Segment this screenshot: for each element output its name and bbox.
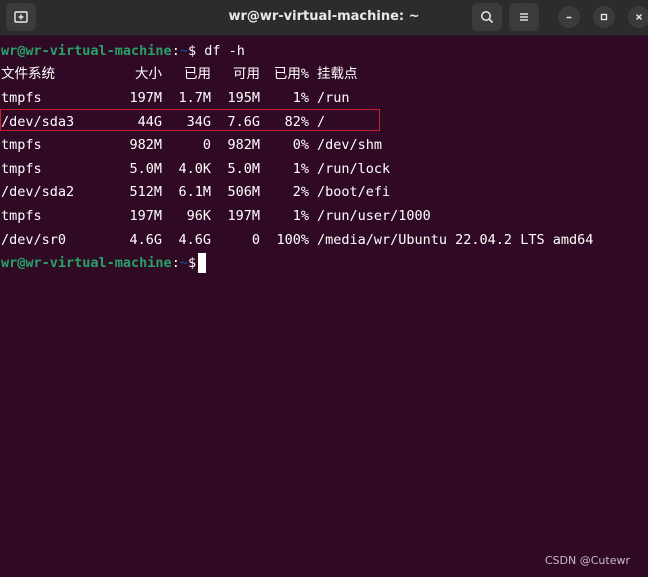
menu-button[interactable] (509, 3, 539, 31)
command-text: df -h (196, 43, 245, 59)
row-use-percent: 0% (292, 137, 309, 153)
row-avail: 5.0M (227, 161, 260, 177)
row-use-percent: 1% (292, 90, 309, 106)
title-bar: wr@wr-virtual-machine: ~ (0, 0, 648, 36)
prompt-symbol: $ (187, 255, 197, 271)
row-filesystem: tmpfs (1, 90, 42, 106)
row-filesystem: /dev/sda2 (1, 184, 75, 200)
row-avail: 0 (251, 232, 260, 248)
terminal-window: wr@wr-virtual-machine: ~ wr@wr-virtual-m… (0, 0, 648, 577)
row-use-percent: 1% (292, 208, 309, 224)
minimize-icon (566, 16, 572, 19)
prompt-path: ~ (179, 43, 188, 59)
row-avail: 982M (227, 137, 260, 153)
terminal-output[interactable]: wr@wr-virtual-machine:~$ df -h 文件系统 大小 已… (0, 36, 648, 577)
row-filesystem: tmpfs (1, 208, 42, 224)
maximize-button[interactable] (593, 6, 615, 28)
prompt-symbol: $ (187, 43, 197, 59)
text-cursor (198, 253, 207, 273)
row-filesystem: tmpfs (1, 161, 42, 177)
prompt-colon: : (171, 43, 180, 59)
row-mounted-on: /run/lock (317, 161, 391, 177)
hamburger-menu-icon (520, 13, 528, 21)
row-used: 1.7M (178, 90, 211, 106)
watermark: CSDN @Cutewr (544, 554, 630, 567)
header-used: 已用 (184, 66, 211, 82)
row-use-percent: 2% (292, 184, 309, 200)
window-title: wr@wr-virtual-machine: ~ (228, 9, 420, 24)
header-use-percent: 已用% (273, 66, 309, 82)
search-icon (481, 11, 494, 24)
row-avail: 506M (227, 184, 260, 200)
row-mounted-on: /dev/shm (317, 137, 383, 153)
row-filesystem: tmpfs (1, 137, 42, 153)
header-avail: 可用 (233, 66, 260, 82)
search-button[interactable] (472, 3, 502, 31)
row-use-percent: 1% (292, 161, 309, 177)
prompt-user-host: wr@wr-virtual-machine (1, 43, 172, 59)
row-used: 4.6G (178, 232, 211, 248)
row-size: 982M (129, 137, 162, 153)
row-size: 197M (129, 208, 162, 224)
header-mounted-on: 挂载点 (317, 66, 358, 82)
row-size: 5.0M (129, 161, 162, 177)
close-button[interactable] (628, 6, 648, 28)
row-used: 6.1M (178, 184, 211, 200)
row-size: 197M (129, 90, 162, 106)
row-used: 4.0K (178, 161, 211, 177)
header-filesystem: 文件系统 (1, 66, 55, 82)
close-icon (636, 14, 642, 20)
row-mounted-on: /media/wr/Ubuntu 22.04.2 LTS amd64 (317, 232, 594, 248)
maximize-icon (600, 13, 608, 21)
prompt-line-active[interactable]: wr@wr-virtual-machine:~$ (1, 252, 207, 275)
row-mounted-on: /boot/efi (317, 184, 391, 200)
row-used: 0 (202, 137, 211, 153)
highlight-box (0, 109, 380, 131)
prompt-path: ~ (179, 255, 188, 271)
row-used: 96K (186, 208, 211, 224)
row-avail: 195M (227, 90, 260, 106)
row-filesystem: /dev/sr0 (1, 232, 67, 248)
header-size: 大小 (135, 66, 162, 82)
prompt-user-host: wr@wr-virtual-machine (1, 255, 172, 271)
row-avail: 197M (227, 208, 260, 224)
row-use-percent: 100% (276, 232, 309, 248)
prompt-line: wr@wr-virtual-machine:~$ df -h (1, 40, 245, 63)
row-mounted-on: /run (317, 90, 350, 106)
row-mounted-on: /run/user/1000 (317, 208, 431, 224)
row-size: 4.6G (129, 232, 162, 248)
minimize-button[interactable] (558, 6, 580, 28)
row-size: 512M (129, 184, 162, 200)
prompt-colon: : (171, 255, 180, 271)
